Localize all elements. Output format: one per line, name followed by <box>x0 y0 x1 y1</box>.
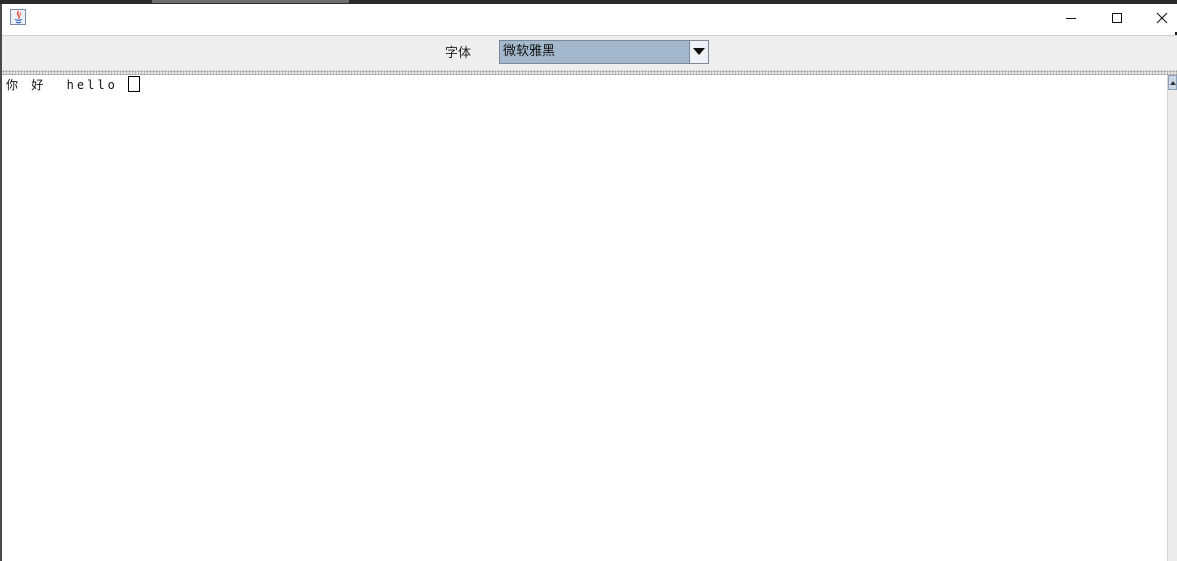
font-label: 字体 <box>445 46 472 61</box>
font-select-value: 微软雅黑 <box>500 41 689 63</box>
scroll-up-button[interactable] <box>1168 75 1177 90</box>
font-select[interactable]: 微软雅黑 <box>499 40 709 64</box>
title-bar[interactable] <box>2 4 1177 32</box>
minimize-icon <box>1066 18 1076 19</box>
editor-window: 字体 微软雅黑 你 好 hello <box>0 4 1177 561</box>
java-app-icon[interactable] <box>10 9 26 25</box>
maximize-button[interactable] <box>1095 4 1139 32</box>
chevron-down-icon <box>693 48 705 55</box>
toolbar: 字体 微软雅黑 <box>2 35 1177 71</box>
close-icon <box>1156 12 1168 24</box>
text-editor[interactable]: 你 好 hello <box>2 75 1167 561</box>
text-caret <box>128 76 140 92</box>
font-select-arrow-button[interactable] <box>689 41 708 63</box>
vertical-scrollbar[interactable] <box>1167 75 1177 561</box>
taskbar-tab[interactable] <box>152 0 349 3</box>
arrow-up-icon <box>1170 81 1176 85</box>
minimize-button[interactable] <box>1049 4 1093 32</box>
editor-content: 你 好 hello <box>6 78 118 92</box>
maximize-icon <box>1112 13 1122 23</box>
close-button[interactable] <box>1140 4 1177 32</box>
